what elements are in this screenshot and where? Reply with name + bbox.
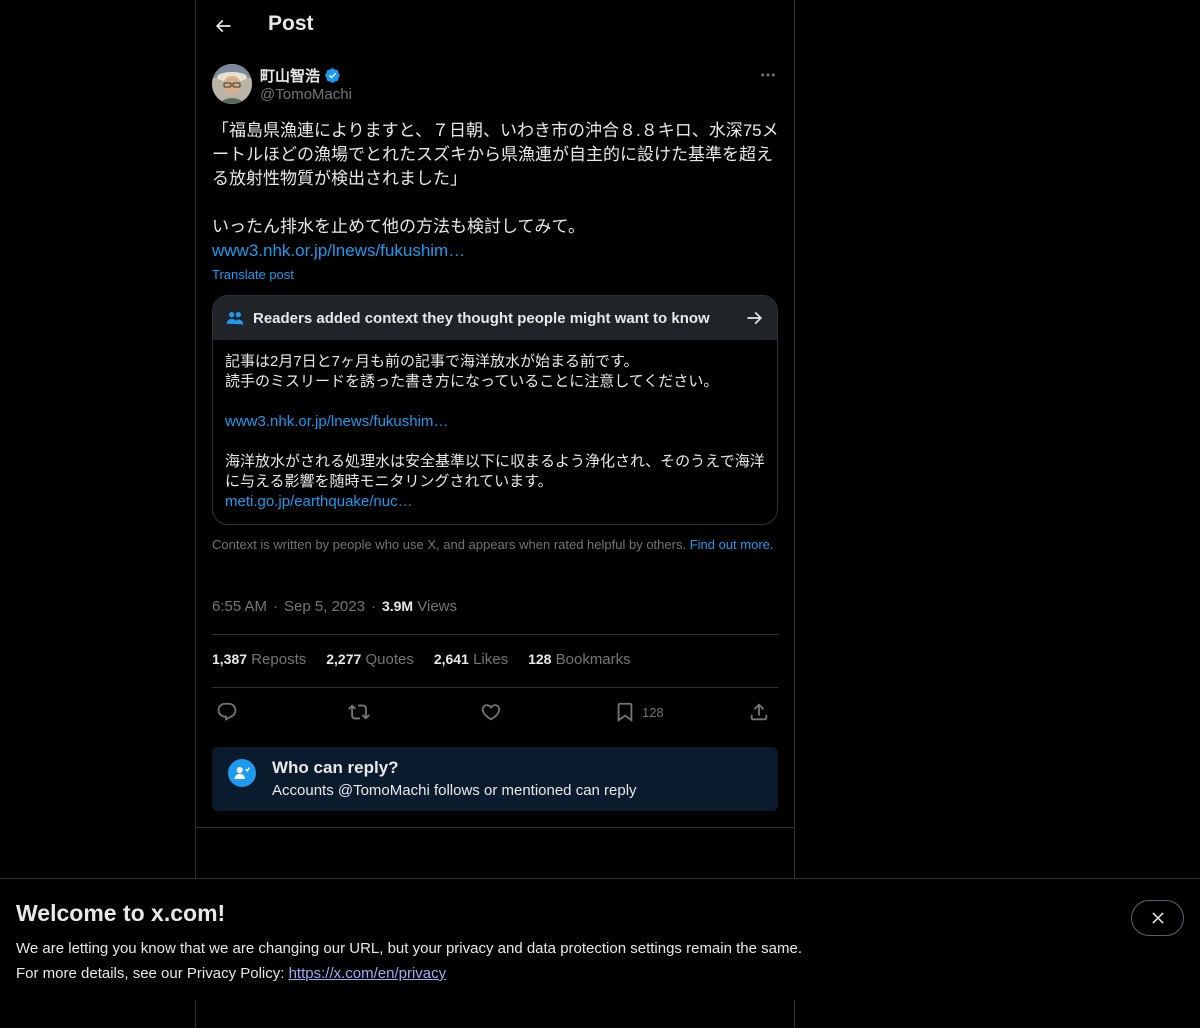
- action-bar: 128: [212, 699, 778, 725]
- reposts-stat[interactable]: 1,387 Reposts: [212, 651, 306, 668]
- views-count: 3.9M: [381, 598, 414, 614]
- share-button[interactable]: [748, 699, 770, 725]
- note-text-line: 海洋放水がされる処理水は安全基準以下に収まるよう浄化され、そのうえで海洋: [225, 453, 765, 470]
- who-can-reply-icon: [228, 759, 256, 787]
- disclaimer-text: Context is written by people who use X, …: [212, 537, 687, 552]
- bookmark-icon: [617, 702, 633, 723]
- close-icon: [1151, 912, 1164, 924]
- post-stats: 1,387 Reposts 2,277 Quotes 2,641 Likes 1…: [212, 651, 631, 668]
- close-banner-button[interactable]: [1131, 900, 1184, 936]
- privacy-policy-link[interactable]: https://x.com/en/privacy: [289, 965, 447, 982]
- likes-count: 2,641: [433, 651, 469, 667]
- banner-title: Welcome to x.com!: [16, 900, 226, 926]
- likes-stat[interactable]: 2,641 Likes: [434, 651, 508, 668]
- author-name[interactable]: 町山智浩: [260, 65, 341, 86]
- main-column: Post 町山智浩 @TomoMachi 「福島県漁連によりますと、７日朝、いわ…: [195, 0, 795, 1028]
- back-button[interactable]: [208, 11, 238, 41]
- reposts-label: Reposts: [251, 651, 307, 668]
- page-header: Post: [196, 0, 794, 54]
- welcome-banner: Welcome to x.com! We are letting you kno…: [0, 878, 1200, 1000]
- divider: [212, 687, 778, 688]
- like-button[interactable]: [480, 699, 502, 725]
- post-text: 「福島県漁連によりますと、７日朝、いわき市の沖合８.８キロ、水深75メートルほど…: [212, 121, 779, 236]
- post-link[interactable]: www3.nhk.or.jp/lnews/fukushim…: [212, 239, 465, 263]
- note-source-link[interactable]: meti.go.jp/earthquake/nuc…: [225, 492, 765, 512]
- post-date[interactable]: Sep 5, 2023: [284, 598, 365, 615]
- note-text-line: に与える影響を随時モニタリングされています。: [225, 473, 553, 490]
- reply-button[interactable]: [216, 699, 238, 725]
- note-source-link[interactable]: www3.nhk.or.jp/lnews/fukushim…: [225, 412, 765, 432]
- bookmarks-stat[interactable]: 128 Bookmarks: [528, 651, 631, 668]
- quotes-count: 2,277: [326, 651, 362, 667]
- find-out-more-link[interactable]: Find out more.: [690, 537, 774, 552]
- share-icon: [750, 703, 768, 721]
- banner-line: For more details, see our Privacy Policy…: [16, 961, 802, 986]
- banner-line-prefix: For more details, see our Privacy Policy…: [16, 965, 289, 982]
- divider: [212, 634, 778, 635]
- more-icon: [761, 73, 775, 77]
- reply-icon: [217, 702, 237, 721]
- avatar-image: [212, 64, 252, 104]
- bookmarks-count: 128: [528, 651, 552, 667]
- arrow-right-icon: [747, 311, 763, 325]
- banner-line: We are letting you know that we are chan…: [16, 940, 802, 957]
- likes-label: Likes: [473, 651, 509, 668]
- translate-post-link[interactable]: Translate post: [212, 267, 294, 282]
- more-options-button[interactable]: [756, 65, 780, 85]
- note-text-line: 読手のミスリードを誘った書き方になっていることに注意してください。: [225, 373, 719, 390]
- repost-icon: [348, 704, 370, 720]
- reposts-count: 1,387: [212, 651, 248, 667]
- bookmark-button[interactable]: 128: [614, 699, 664, 725]
- community-note-body: 記事は2月7日と7ヶ月も前の記事で海洋放水が始まる前です。 読手のミスリードを誘…: [213, 340, 777, 524]
- context-disclaimer: Context is written by people who use X, …: [212, 537, 778, 553]
- heart-icon: [481, 704, 501, 721]
- arrow-left-icon: [215, 19, 231, 33]
- community-note: Readers added context they thought peopl…: [212, 295, 778, 525]
- post-meta: 6:55 AM · Sep 5, 2023 · 3.9M Views: [212, 598, 457, 615]
- who-can-reply-title: Who can reply?: [272, 758, 399, 777]
- banner-text: We are letting you know that we are chan…: [16, 936, 802, 986]
- post-time[interactable]: 6:55 AM: [212, 598, 267, 615]
- community-note-header[interactable]: Readers added context they thought peopl…: [213, 296, 777, 340]
- avatar[interactable]: [212, 64, 252, 104]
- who-can-reply-description: Accounts @TomoMachi follows or mentioned…: [272, 782, 637, 799]
- verified-badge-icon[interactable]: [324, 67, 341, 84]
- bookmarks-label: Bookmarks: [555, 651, 631, 668]
- who-can-reply-panel: Who can reply? Accounts @TomoMachi follo…: [212, 747, 778, 811]
- divider: [196, 827, 794, 828]
- quotes-label: Quotes: [365, 651, 414, 668]
- author-name-text: 町山智浩: [260, 68, 321, 85]
- bookmark-count: 128: [642, 704, 664, 720]
- views-label: Views: [417, 598, 457, 615]
- community-note-title: Readers added context they thought peopl…: [253, 309, 710, 327]
- page-title: Post: [268, 12, 314, 35]
- author-handle[interactable]: @TomoMachi: [260, 86, 352, 103]
- note-text-line: 記事は2月7日と7ヶ月も前の記事で海洋放水が始まる前です。: [225, 353, 639, 370]
- repost-button[interactable]: [348, 699, 370, 725]
- quotes-stat[interactable]: 2,277 Quotes: [326, 651, 414, 668]
- people-icon: [226, 312, 244, 325]
